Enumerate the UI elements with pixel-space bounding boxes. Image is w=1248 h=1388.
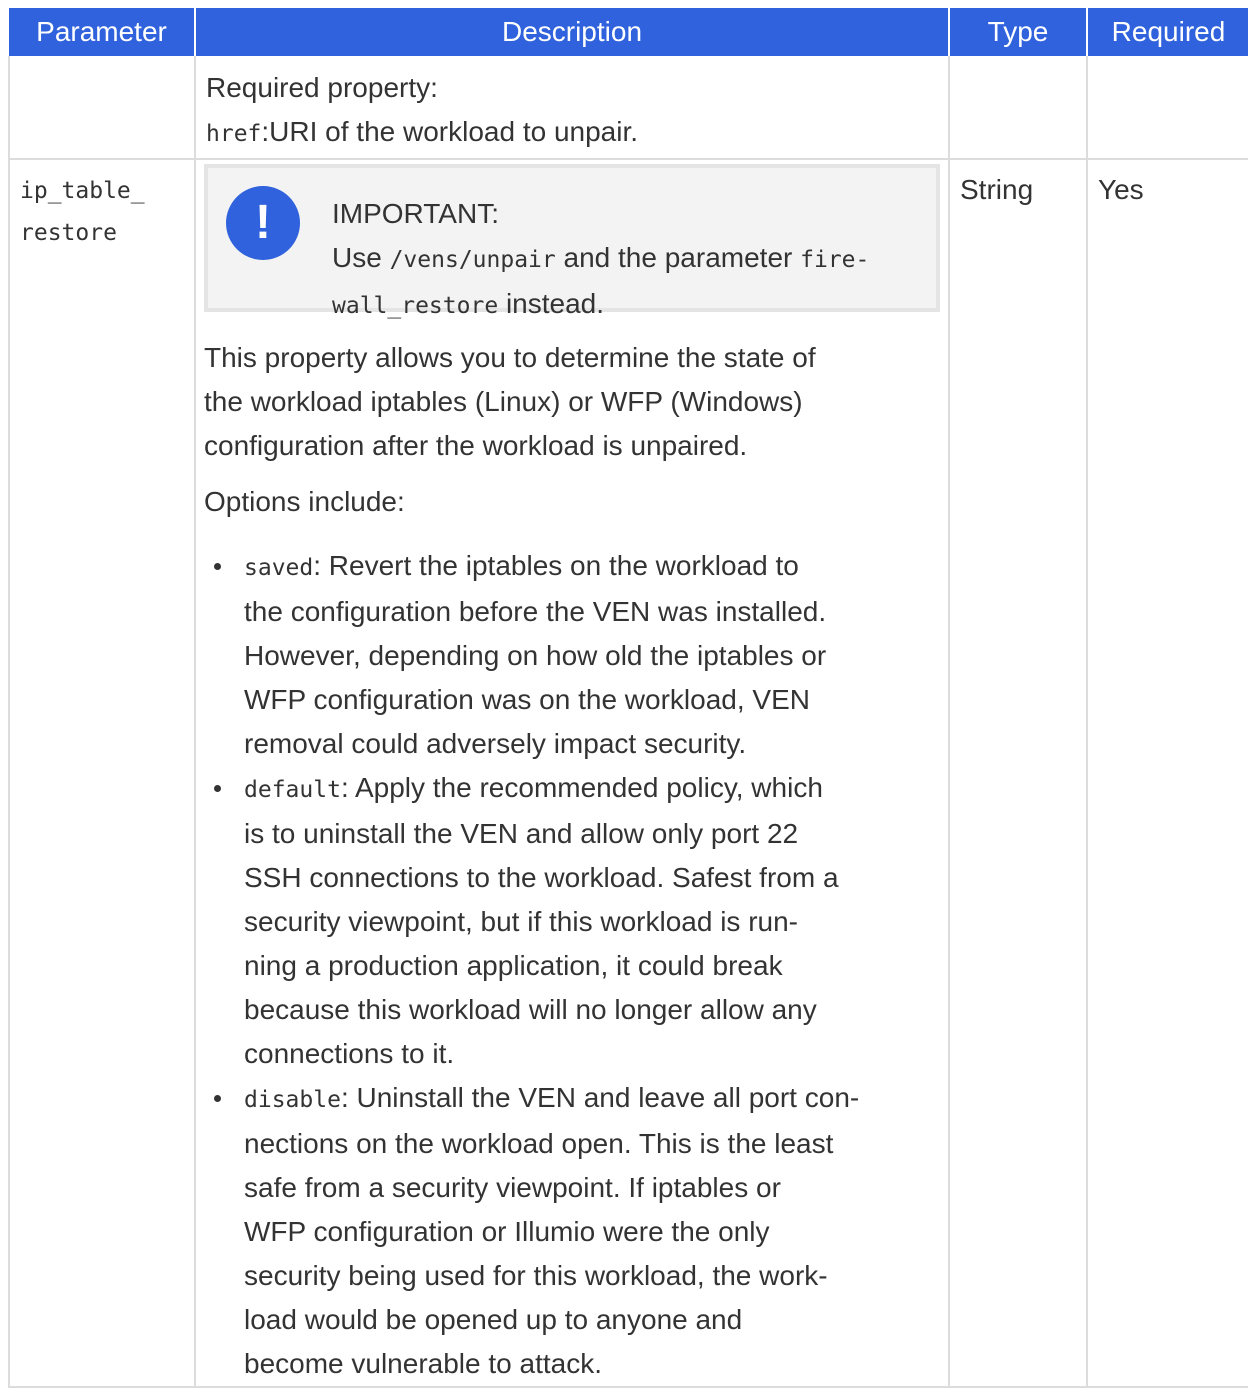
table-header-row: Parameter Description Type Required bbox=[9, 8, 1248, 56]
list-item: saved: Revert the iptables on the worklo… bbox=[214, 544, 940, 766]
header-description: Description bbox=[195, 8, 950, 56]
options-list: saved: Revert the iptables on the worklo… bbox=[204, 544, 940, 1386]
firewall-restore-code-part1: fire- bbox=[800, 247, 870, 273]
list-item: default: Apply the recommended policy, w… bbox=[214, 766, 940, 1076]
header-parameter: Parameter bbox=[9, 8, 196, 56]
row1-description-cell: Required property: href:URI of the workl… bbox=[194, 56, 950, 160]
parameters-table: Parameter Description Type Required Requ… bbox=[8, 8, 1248, 1388]
options-label: Options include: bbox=[204, 486, 405, 517]
parameter-name-line2: restore bbox=[20, 220, 117, 246]
href-code: href bbox=[206, 121, 262, 147]
row1-required-cell bbox=[1086, 56, 1248, 160]
row2-type-cell: String bbox=[948, 159, 1088, 1388]
row1-type-cell bbox=[948, 56, 1088, 160]
option-code-default: default bbox=[244, 777, 341, 803]
list-item: disable: Uninstall the VEN and leave all… bbox=[214, 1076, 940, 1386]
vens-unpair-code: /vens/unpair bbox=[389, 247, 556, 273]
header-required: Required bbox=[1087, 8, 1248, 56]
important-note: ! IMPORTANT: Use /vens/unpair and the pa… bbox=[204, 164, 940, 319]
row1-parameter-cell bbox=[8, 56, 196, 160]
table-row: ip_table_ restore ! IMPORTANT: Use /vens… bbox=[8, 159, 1248, 1388]
row2-required-cell: Yes bbox=[1086, 159, 1248, 1388]
href-description: href:URI of the workload to unpair. bbox=[206, 110, 938, 156]
row2-parameter-cell: ip_table_ restore bbox=[8, 159, 196, 1388]
description-paragraph: This property allows you to determine th… bbox=[204, 342, 816, 461]
row2-description-cell: ! IMPORTANT: Use /vens/unpair and the pa… bbox=[194, 159, 950, 1388]
required-property-label: Required property: bbox=[206, 72, 438, 103]
header-type: Type bbox=[949, 8, 1088, 56]
table-row: Required property: href:URI of the workl… bbox=[8, 56, 1248, 160]
important-line2: wall_restore instead. bbox=[332, 288, 605, 319]
parameter-name-line1: ip_table_ bbox=[20, 178, 145, 204]
firewall-restore-code-part2: wall_restore bbox=[332, 293, 499, 319]
important-title: IMPORTANT: bbox=[332, 198, 499, 229]
important-line1: Use /vens/unpair and the parameter fire- bbox=[332, 242, 870, 273]
option-code-disable: disable bbox=[244, 1087, 341, 1113]
exclamation-icon: ! bbox=[226, 186, 300, 260]
option-code-saved: saved bbox=[244, 555, 314, 581]
href-description-text: :URI of the workload to unpair. bbox=[261, 116, 639, 147]
